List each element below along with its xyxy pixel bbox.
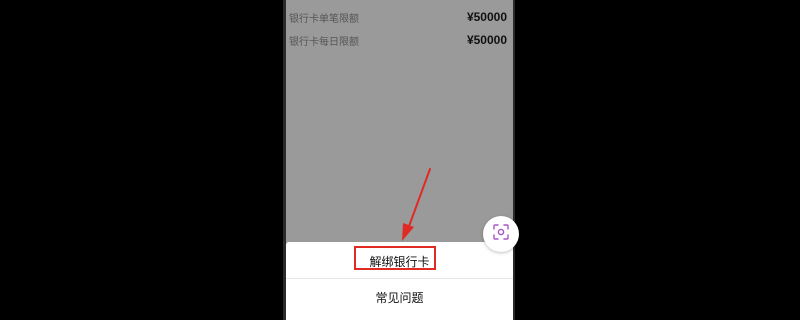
single-limit-label: 银行卡单笔限额 xyxy=(289,13,359,25)
daily-limit-label: 银行卡每日限额 xyxy=(289,36,359,48)
scan-icon xyxy=(493,224,509,244)
single-limit-value: ¥50000 xyxy=(466,10,507,24)
scan-floating-button[interactable] xyxy=(483,216,519,252)
screenshot-frame: 银行卡单笔限额 ¥50000 银行卡每日限额 ¥50000 解绑银行卡 常见问题 xyxy=(0,0,800,320)
sheet-divider xyxy=(286,278,513,279)
phone-screen: 银行卡单笔限额 ¥50000 银行卡每日限额 ¥50000 解绑银行卡 常见问题 xyxy=(283,0,515,320)
daily-limit-row: 银行卡每日限额 ¥50000 xyxy=(289,30,507,50)
faq-button[interactable]: 常见问题 xyxy=(286,280,513,314)
single-limit-row: 银行卡单笔限额 ¥50000 xyxy=(289,7,507,27)
action-sheet: 解绑银行卡 常见问题 xyxy=(286,242,513,320)
unbind-card-label: 解绑银行卡 xyxy=(369,254,430,269)
faq-label: 常见问题 xyxy=(375,290,424,305)
unbind-card-button[interactable]: 解绑银行卡 xyxy=(286,244,513,278)
daily-limit-value: ¥50000 xyxy=(466,33,507,47)
